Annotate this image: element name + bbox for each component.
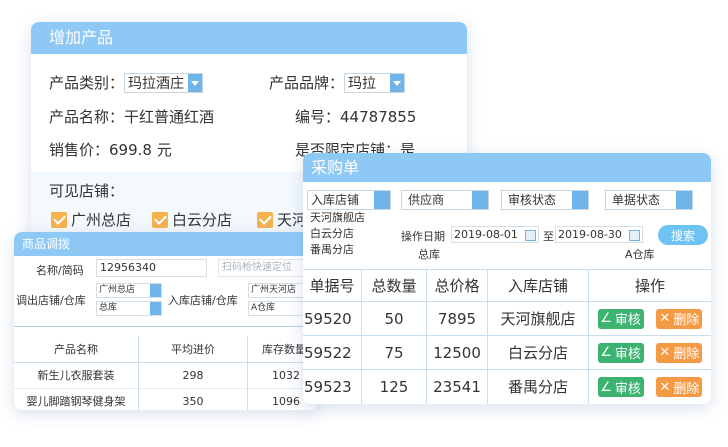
transfer-title: 商品调拨 [22,237,71,251]
code-label: 编号： [295,108,341,126]
close-icon: ✕ [659,345,671,361]
purchase-header: 采购单 [303,153,711,182]
chevron-down-icon [390,73,405,92]
supplier-filter-select[interactable]: 供应商 [401,190,489,210]
review-status-select[interactable]: 审核状态 [501,190,589,210]
chevron-down-icon [676,191,692,209]
price-label: 销售价： [49,141,110,159]
warehouse-to: A仓库 [625,248,655,261]
edit-icon: ∠ [600,379,612,395]
review-button[interactable]: ∠ 审核 [597,308,644,329]
row-actions: ∠ 审核 ✕ 删除 [589,336,712,370]
purchase-table: 单据号 总数量 总价格 入库店铺 操作 59520 50 7895 天河旗舰店 … [303,269,711,404]
checkbox-checked-icon [152,211,168,228]
checkbox-checked-icon [51,211,67,228]
out-warehouse-select[interactable]: 总库 [96,301,162,316]
store-checkbox-1[interactable]: 广州总店 [51,209,131,230]
edit-icon: ∠ [600,345,612,361]
column-header: 入库店铺 [487,269,589,302]
add-product-title: 增加产品 [49,28,114,47]
calendar-icon [525,230,536,241]
column-header: 总价格 [426,269,488,302]
purchase-title: 采购单 [311,158,360,177]
store-filter-select[interactable]: 入库店铺 [307,190,391,210]
date-label: 操作日期 [401,230,445,243]
transfer-header: 商品调拨 [14,232,318,256]
dropdown-option[interactable]: 白云分店 [307,226,377,242]
search-button[interactable]: 搜索 [658,225,708,245]
store-checkbox-2[interactable]: 白云分店 [152,209,232,230]
out-store-select[interactable]: 广州总店 [96,283,162,298]
delete-button[interactable]: ✕ 删除 [656,342,703,363]
stores-label: 可见店铺： [49,182,125,200]
in-store-label: 入库店铺/仓库 [168,294,238,307]
review-button[interactable]: ∠ 审核 [597,377,644,397]
category-label: 产品类别： [49,74,125,92]
chevron-down-icon [188,73,203,92]
checkbox-checked-icon [257,211,273,228]
column-header: 总数量 [361,269,427,302]
add-product-header: 增加产品 [31,22,467,54]
divider [14,326,318,327]
category-select[interactable]: 玛拉酒庄 [124,72,204,93]
store-checkbox-3[interactable]: 天河 [257,209,307,230]
table-row[interactable]: 59520 50 7895 天河旗舰店 ∠ 审核 ✕ 删除 [303,301,712,336]
chevron-down-icon [150,302,161,315]
name-value: 干红普通红酒 [124,108,215,126]
row-actions: ∠ 审核 ✕ 删除 [589,302,712,336]
chevron-down-icon [472,191,488,209]
column-header: 平均进价 [138,336,248,362]
out-store-label: 调出店铺/仓库 [16,294,86,307]
brand-label: 产品品牌： [269,74,345,92]
table-row[interactable]: 59523 125 23541 番禺分店 ∠ 审核 ✕ 删除 [303,369,712,404]
column-header: 产品名称 [14,336,139,362]
store-dropdown-list: 天河旗舰店 白云分店 番禺分店 [307,210,377,258]
table-row[interactable]: 新生儿衣服套装 298 1032 [14,362,318,388]
dropdown-option[interactable]: 番禺分店 [307,242,377,258]
purchase-panel: 采购单 入库店铺 供应商 审核状态 单据状态 天河旗舰店 白云分店 番禺分店 操… [303,153,711,404]
date-separator: 至 [543,230,554,243]
chevron-down-icon [374,191,390,209]
column-header: 单据号 [303,269,362,302]
delete-button[interactable]: ✕ 删除 [656,308,703,329]
close-icon: ✕ [659,379,671,395]
chevron-down-icon [150,284,161,297]
brand-select[interactable]: 玛拉 [344,72,406,93]
close-icon: ✕ [659,311,671,327]
transfer-panel: 商品调拨 名称/简码 12956340 扫码枪快速定位 调出店铺/仓库 广州总店… [14,232,318,410]
date-to-input[interactable]: 2019-08-30 [555,226,643,243]
calendar-icon [629,230,640,241]
delete-button[interactable]: ✕ 删除 [656,377,703,397]
name-code-input[interactable]: 12956340 [96,259,207,277]
column-header: 操作 [634,277,665,295]
code-value: 44787855 [340,108,417,126]
edit-icon: ∠ [600,311,612,327]
dropdown-option[interactable]: 天河旗舰店 [307,210,377,226]
chevron-down-icon [572,191,588,209]
row-actions: ∠ 审核 ✕ 删除 [589,370,712,404]
name-label: 产品名称： [49,108,125,126]
review-button[interactable]: ∠ 审核 [597,342,644,363]
date-from-input[interactable]: 2019-08-01 [451,226,539,243]
transfer-table: 产品名称 平均进价 库存数量 新生儿衣服套装 298 1032 婴儿脚踏钢琴健身… [14,336,318,410]
name-code-label: 名称/简码 [36,264,84,277]
price-value: 699.8 元 [109,141,172,159]
table-row[interactable]: 婴儿脚踏钢琴健身架 350 1096 [14,388,318,410]
warehouse-from: 总库 [418,248,440,261]
doc-status-select[interactable]: 单据状态 [605,190,693,210]
table-row[interactable]: 59522 75 12500 白云分店 ∠ 审核 ✕ 删除 [303,335,712,370]
